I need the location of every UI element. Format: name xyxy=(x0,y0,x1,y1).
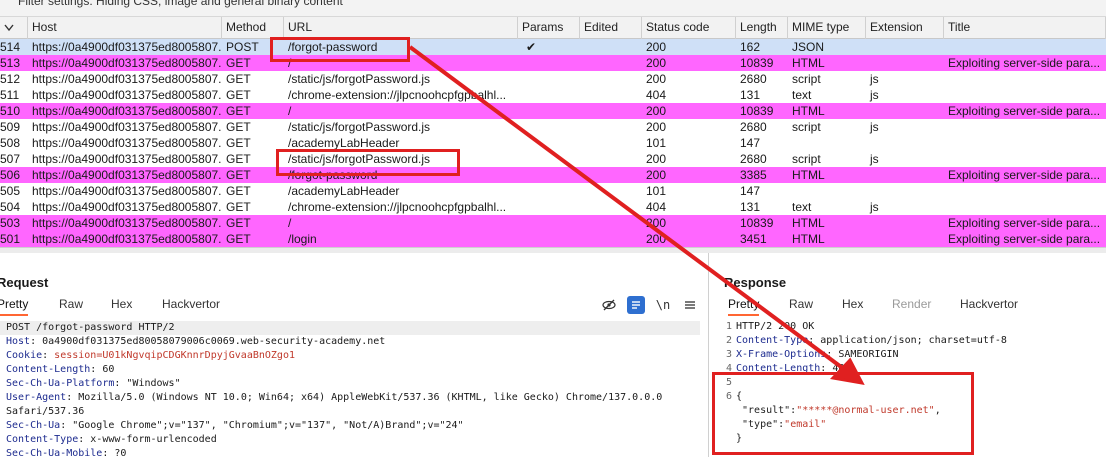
annotation-arrow xyxy=(408,45,865,385)
